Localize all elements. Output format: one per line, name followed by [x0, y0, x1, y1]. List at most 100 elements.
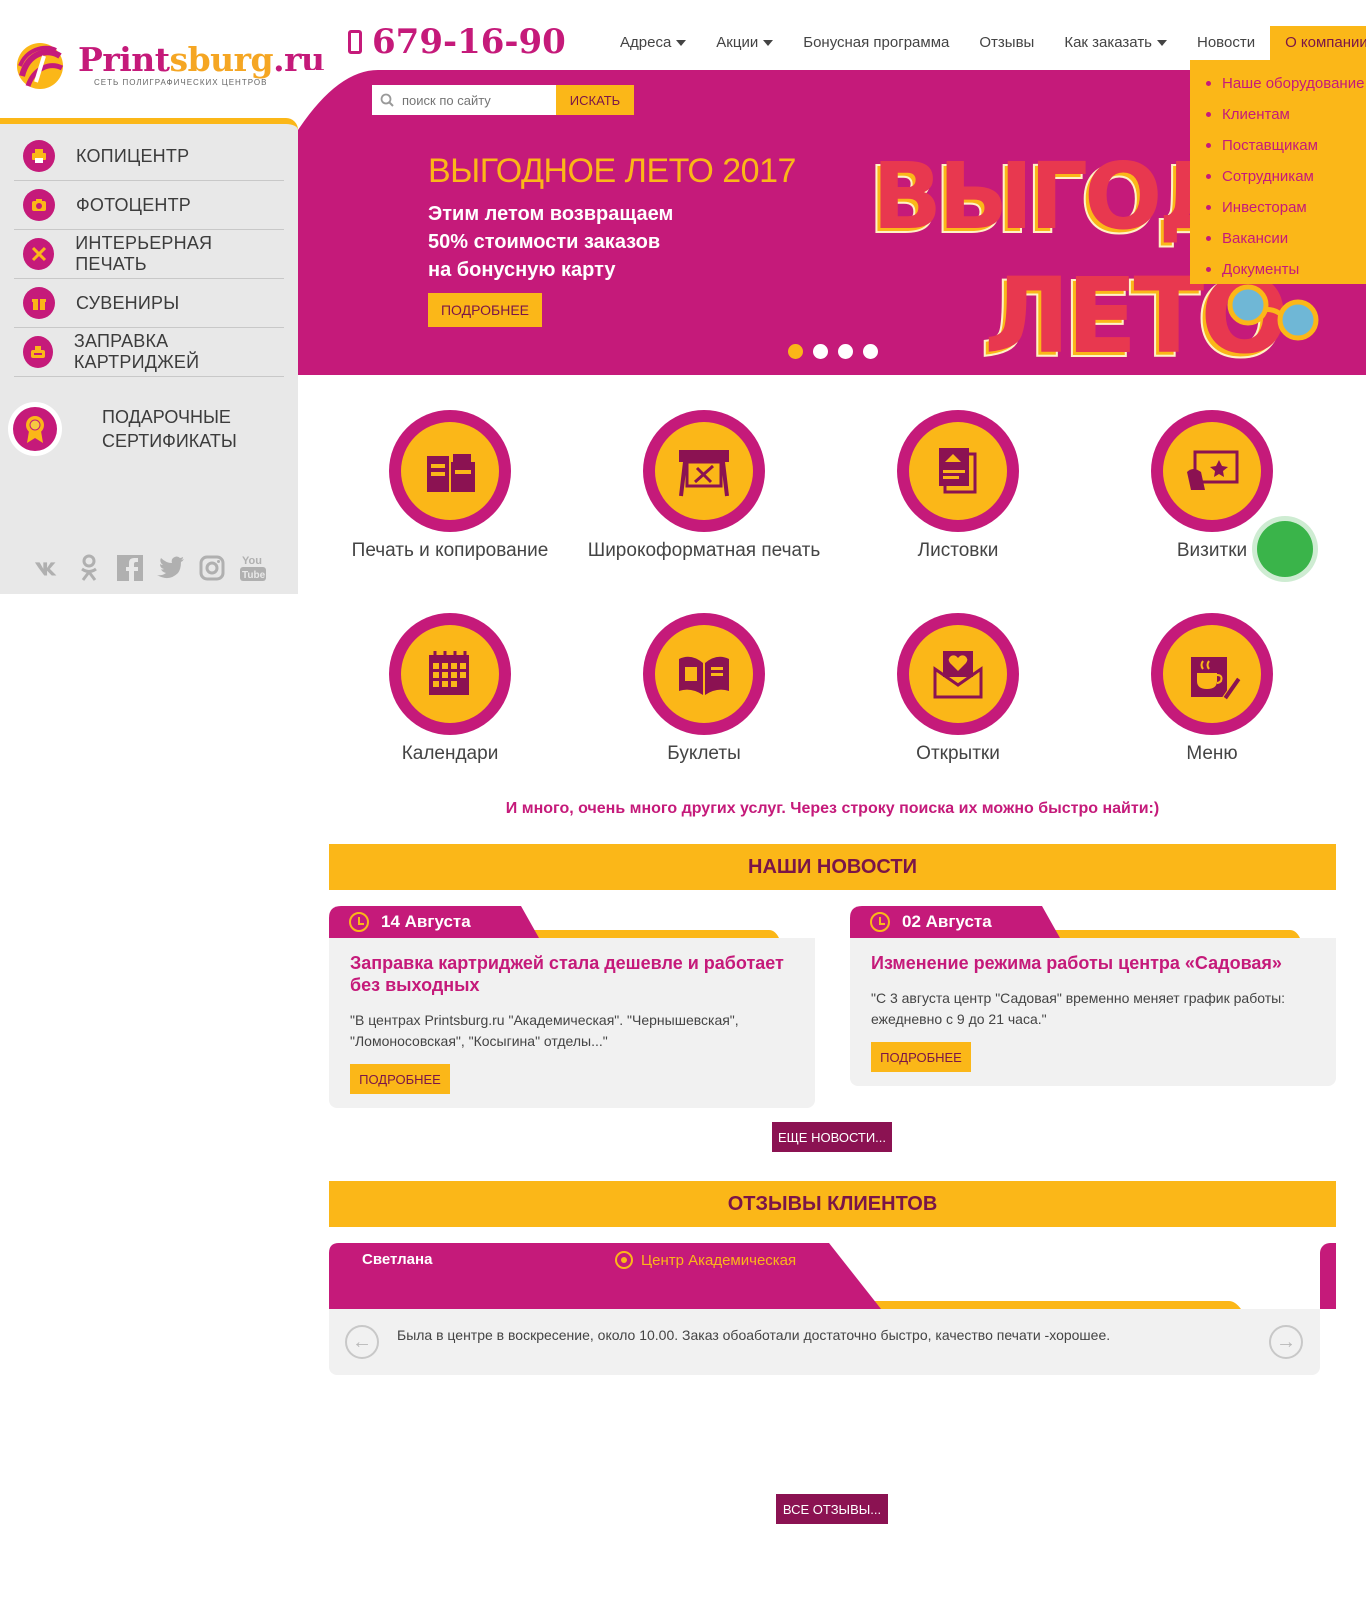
dropdown-item-vacancies[interactable]: Вакансии	[1190, 223, 1366, 254]
slider-dot-3[interactable]	[838, 344, 853, 359]
nav-promotions[interactable]: Акции	[701, 26, 788, 60]
printer-icon	[23, 140, 55, 172]
search-field[interactable]	[372, 85, 556, 115]
odnoklassniki-icon[interactable]	[75, 554, 103, 582]
service-label: Буклеты	[667, 743, 741, 764]
sidebar-item-cartridge-refill[interactable]: ЗАПРАВКА КАРТРИДЖЕЙ	[14, 328, 284, 377]
social-links: You Tube	[34, 554, 267, 582]
slider-dot-4[interactable]	[863, 344, 878, 359]
callback-widget-button[interactable]	[1252, 516, 1318, 582]
news-title[interactable]: Заправка картриджей стала дешевле и рабо…	[350, 952, 794, 996]
dropdown-item-employees[interactable]: Сотрудникам	[1190, 161, 1366, 192]
phone-number[interactable]: 679-16-90	[348, 22, 566, 62]
vk-icon[interactable]	[34, 554, 62, 582]
news-section-heading: НАШИ НОВОСТИ	[329, 844, 1336, 890]
service-wide-format[interactable]: Широкоформатная печать	[584, 410, 824, 562]
site-logo[interactable]: Printsburg.ru СЕТЬ ПОЛИГРАФИЧЕСКИХ ЦЕНТР…	[14, 38, 325, 94]
header-band-curve	[298, 70, 378, 130]
youtube-icon[interactable]: You Tube	[239, 554, 267, 582]
sidebar-item-label: КОПИЦЕНТР	[76, 145, 190, 166]
twitter-icon[interactable]	[157, 554, 185, 582]
news-date-tab: 02 Августа	[850, 906, 1336, 938]
gift-box-icon	[23, 287, 55, 319]
service-postcards[interactable]: Открытки	[838, 613, 1078, 765]
dropdown-item-suppliers[interactable]: Поставщикам	[1190, 130, 1366, 161]
sidebar-item-label: ФОТОЦЕНТР	[76, 194, 191, 215]
copier-icon	[427, 454, 475, 492]
booklet-icon	[679, 656, 729, 695]
search-button[interactable]: ИСКАТЬ	[556, 85, 634, 115]
more-services-text: И много, очень много других услуг. Через…	[505, 800, 1160, 817]
calendar-icon	[429, 651, 469, 695]
svg-text:Tube: Tube	[242, 570, 266, 581]
logo-mark-icon	[17, 43, 64, 89]
dropdown-item-documents[interactable]: Документы	[1190, 254, 1366, 285]
news-more-button[interactable]: ПОДРОБНЕЕ	[871, 1042, 971, 1072]
clock-icon	[870, 912, 890, 932]
banner-title: ВЫГОДНОЕ ЛЕТО 2017	[428, 152, 796, 190]
nav-about-company[interactable]: О компании	[1270, 26, 1366, 60]
nav-addresses[interactable]: Адреса	[605, 26, 701, 60]
site-search: ИСКАТЬ	[372, 85, 634, 115]
service-menu[interactable]: Меню	[1092, 613, 1332, 765]
news-excerpt: "С 3 августа центр "Садовая" временно ме…	[871, 990, 1286, 1027]
slider-dot-2[interactable]	[813, 344, 828, 359]
top-nav: Адреса Акции Бонусная программа Отзывы К…	[605, 26, 1366, 60]
about-company-dropdown: Наше оборудование Клиентам Поставщикам С…	[1190, 60, 1366, 284]
sidebar-item-gift-certificates[interactable]: ПОДАРОЧНЫЕ СЕРТИФИКАТЫ	[8, 402, 242, 456]
news-card: 14 Августа Заправка картриджей стала деш…	[329, 906, 815, 1108]
more-news-button[interactable]: ЕЩЕ НОВОСТИ...	[772, 1122, 892, 1152]
slider-dot-1[interactable]	[788, 344, 803, 359]
cartridge-icon	[23, 336, 53, 368]
award-icon	[8, 402, 62, 456]
nav-how-to-order[interactable]: Как заказать	[1049, 26, 1182, 60]
logo-tagline: СЕТЬ ПОЛИГРАФИЧЕСКИХ ЦЕНТРОВ	[94, 78, 268, 87]
nav-bonus-program[interactable]: Бонусная программа	[788, 26, 964, 60]
sidebar-item-copycenter[interactable]: КОПИЦЕНТР	[14, 132, 284, 181]
location-target-icon	[615, 1251, 633, 1269]
dropdown-item-investors[interactable]: Инвесторам	[1190, 192, 1366, 223]
nav-reviews[interactable]: Отзывы	[964, 26, 1049, 60]
service-label: Календари	[401, 743, 499, 764]
instagram-icon[interactable]	[198, 554, 226, 582]
all-reviews-button[interactable]: ВСЕ ОТЗЫВЫ...	[776, 1494, 888, 1524]
flyers-icon	[939, 448, 977, 494]
gift-certificates-label: ПОДАРОЧНЫЕ СЕРТИФИКАТЫ	[102, 407, 237, 451]
search-icon	[380, 93, 394, 107]
review-head-shape	[329, 1243, 1241, 1309]
search-input[interactable]	[402, 92, 552, 108]
sidebar-item-souvenirs[interactable]: СУВЕНИРЫ	[14, 279, 284, 328]
service-calendars[interactable]: Календари	[330, 613, 570, 765]
sidebar: КОПИЦЕНТР ФОТОЦЕНТР ИНТЕРЬЕРНАЯ ПЕЧАТЬ С…	[0, 118, 298, 594]
service-printing[interactable]: Печать и копирование	[330, 410, 570, 562]
news-title[interactable]: Изменение режима работы центра «Садовая»	[871, 952, 1315, 974]
sidebar-item-interior-print[interactable]: ИНТЕРЬЕРНАЯ ПЕЧАТЬ	[14, 230, 284, 279]
prev-review-arrow-icon[interactable]: ←	[345, 1325, 379, 1359]
banner-text: Этим летом возвращаем 50% стоимости зака…	[428, 203, 674, 281]
clock-icon	[349, 912, 369, 932]
plotter-icon	[679, 450, 729, 497]
service-label: Печать и копирование	[351, 540, 549, 561]
phone-number-text: 679-16-90	[372, 22, 566, 62]
mobile-phone-icon	[348, 30, 362, 54]
dropdown-item-equipment[interactable]: Наше оборудование	[1190, 68, 1366, 99]
sidebar-item-photocenter[interactable]: ФОТОЦЕНТР	[14, 181, 284, 230]
service-label: Меню	[1186, 743, 1238, 764]
review-center: Центр Академическая	[615, 1251, 796, 1269]
banner-more-button[interactable]: ПОДРОБНЕЕ	[428, 293, 542, 327]
service-flyers[interactable]: Листовки	[838, 410, 1078, 562]
camera-icon	[23, 189, 55, 221]
envelope-heart-icon	[933, 651, 983, 699]
sidebar-item-label: ЗАПРАВКА КАРТРИДЖЕЙ	[73, 331, 200, 372]
service-booklets[interactable]: Буклеты	[584, 613, 824, 765]
caret-down-icon	[1157, 40, 1167, 47]
news-more-button[interactable]: ПОДРОБНЕЕ	[350, 1064, 450, 1094]
news-body: Заправка картриджей стала дешевле и рабо…	[329, 938, 815, 1108]
next-review-stub	[1320, 1243, 1336, 1309]
service-label: Широкоформатная печать	[587, 540, 821, 561]
dropdown-item-clients[interactable]: Клиентам	[1190, 99, 1366, 130]
facebook-icon[interactable]	[116, 554, 144, 582]
caret-down-icon	[676, 40, 687, 47]
nav-news[interactable]: Новости	[1182, 26, 1270, 60]
next-review-arrow-icon[interactable]: →	[1269, 1325, 1303, 1359]
